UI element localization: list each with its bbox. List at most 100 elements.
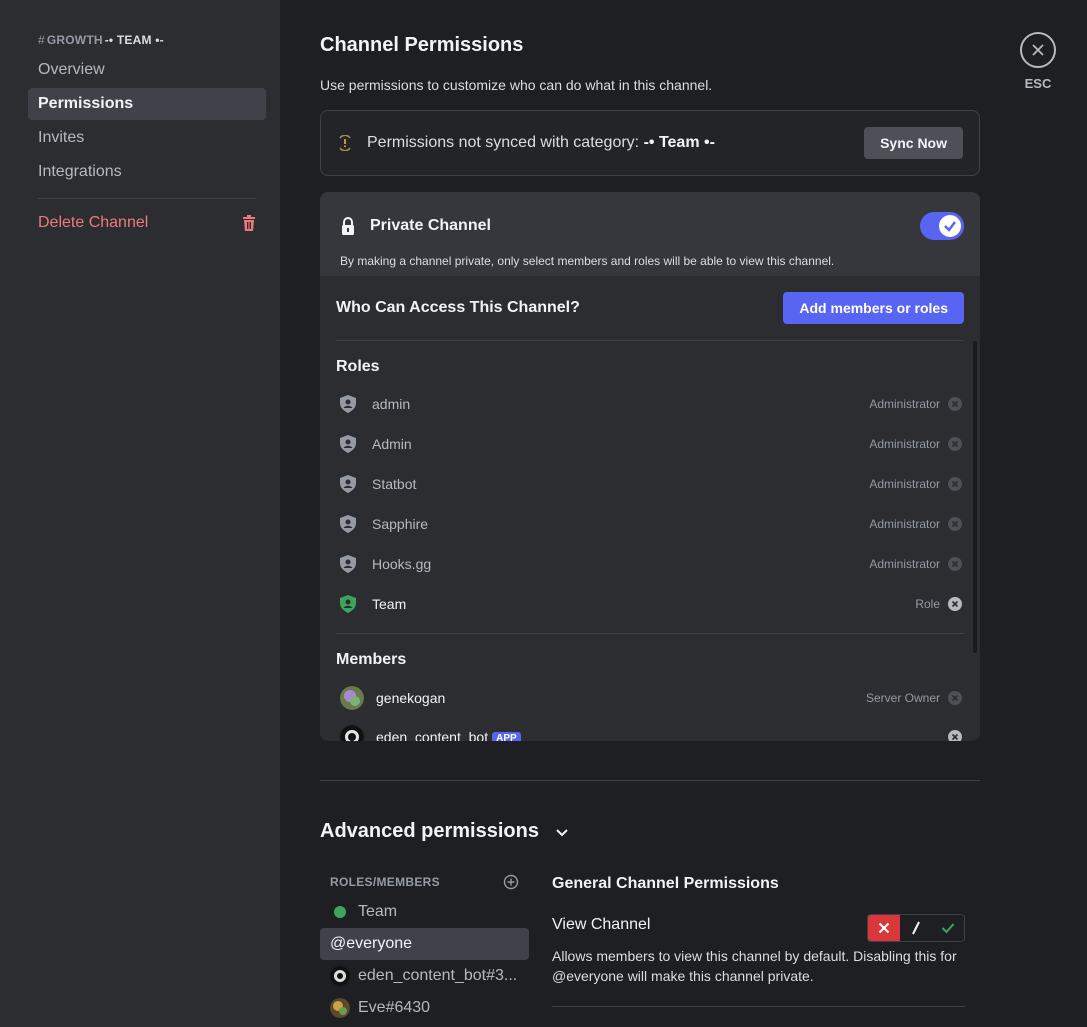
member-list-item-eve[interactable]: Eve#6430: [320, 992, 529, 1024]
role-list-label: @everyone: [330, 935, 413, 952]
remove-icon[interactable]: [948, 730, 962, 741]
role-row: admin Administrator: [336, 384, 962, 424]
role-row: Team Role: [336, 584, 962, 624]
private-channel-title: Private Channel: [370, 217, 491, 234]
remove-icon[interactable]: [948, 397, 962, 411]
allow-check-icon: [941, 923, 955, 934]
role-list-item-everyone[interactable]: @everyone: [320, 928, 529, 960]
member-name: genekogan: [376, 690, 446, 706]
page-title: Channel Permissions: [320, 34, 524, 56]
channel-hash-icon: #: [38, 33, 45, 47]
access-title: Who Can Access This Channel?: [336, 299, 580, 316]
role-type: Administrator: [869, 397, 940, 411]
check-icon: [944, 221, 956, 232]
close-button[interactable]: [1020, 32, 1056, 68]
deny-button[interactable]: [868, 915, 900, 941]
view-channel-description: Allows members to view this channel by d…: [552, 948, 957, 984]
sidebar-item-integrations[interactable]: Integrations: [28, 156, 266, 188]
role-name: Statbot: [372, 476, 417, 492]
roles-members-label: ROLES/MEMBERS: [330, 875, 440, 889]
role-name: admin: [372, 396, 411, 412]
role-name: Sapphire: [372, 516, 429, 532]
member-row: genekogan Server Owner: [336, 678, 962, 718]
member-list-label: eden_content_bot#3...: [358, 967, 518, 984]
advanced-permissions-toggle[interactable]: Advanced permissions: [320, 820, 569, 843]
close-settings[interactable]: ESC: [1020, 32, 1056, 91]
role-name: Admin: [372, 436, 412, 452]
sync-warning-icon: [339, 135, 351, 151]
sync-text: Permissions not synced with category: -•…: [367, 134, 864, 152]
sync-notice: Permissions not synced with category: -•…: [320, 110, 980, 176]
roles-label: Roles: [336, 358, 380, 375]
role-shield-icon: [340, 395, 356, 413]
remove-icon[interactable]: [948, 437, 962, 451]
role-color-dot: [334, 906, 346, 918]
chevron-down-icon: [556, 828, 568, 836]
delete-channel-label: Delete Channel: [38, 214, 149, 231]
role-list-item-team[interactable]: Team: [320, 896, 529, 928]
avatar: [330, 966, 350, 986]
private-channel-toggle[interactable]: [920, 212, 964, 240]
sidebar-item-overview[interactable]: Overview: [28, 54, 266, 86]
role-type: Administrator: [869, 517, 940, 531]
sidebar-item-permissions[interactable]: Permissions: [28, 88, 266, 120]
role-shield-icon: [340, 555, 356, 573]
role-name: Hooks.gg: [372, 556, 432, 572]
role-row: Sapphire Administrator: [336, 504, 962, 544]
esc-label: ESC: [1024, 76, 1052, 91]
role-shield-icon: [340, 475, 356, 493]
role-type: Administrator: [869, 437, 940, 451]
view-channel-permission-toggle: [867, 914, 965, 942]
remove-icon[interactable]: [948, 517, 962, 531]
neutral-button[interactable]: [900, 915, 932, 941]
scrollbar[interactable]: [973, 341, 977, 653]
advanced-permissions-title: Advanced permissions: [320, 820, 539, 842]
sidebar-item-label: Permissions: [38, 95, 134, 112]
category-name: -• TEAM •-: [104, 33, 164, 47]
member-type: Server Owner: [865, 691, 940, 705]
private-channel-panel: Private Channel By making a channel priv…: [320, 192, 980, 276]
close-icon: [1032, 44, 1044, 56]
delete-channel-button[interactable]: Delete Channel: [28, 207, 266, 239]
remove-icon[interactable]: [948, 557, 962, 571]
private-channel-description: By making a channel private, only select…: [340, 254, 835, 268]
members-label: Members: [336, 651, 407, 668]
role-row: Statbot Administrator: [336, 464, 962, 504]
avatar: [340, 686, 364, 710]
add-members-button[interactable]: Add members or roles: [783, 292, 964, 324]
add-role-icon[interactable]: [503, 874, 519, 890]
sidebar-channel-header: # GROWTH -• TEAM •-: [38, 33, 164, 47]
neutral-slash-icon: [912, 921, 920, 935]
sync-now-button[interactable]: Sync Now: [864, 127, 963, 159]
sync-message: Permissions not synced with category:: [367, 134, 644, 151]
role-list-label: Team: [358, 903, 398, 920]
divider: [336, 633, 964, 634]
remove-icon[interactable]: [948, 477, 962, 491]
app-badge: APP: [492, 731, 521, 741]
channel-name: GROWTH: [46, 33, 103, 47]
access-panel: Who Can Access This Channel? Add members…: [320, 276, 980, 741]
divider: [552, 1006, 965, 1007]
sidebar-item-label: Overview: [38, 61, 105, 78]
role-name: Team: [372, 596, 407, 612]
avatar: [340, 725, 364, 741]
sidebar-divider: [38, 198, 256, 199]
lock-icon: [342, 217, 354, 235]
member-list-label: Eve#6430: [358, 999, 431, 1016]
section-separator: [320, 780, 980, 781]
view-channel-title: View Channel: [552, 916, 651, 933]
allow-button[interactable]: [932, 915, 964, 941]
role-type: Role: [915, 597, 940, 611]
member-list-item-eden[interactable]: eden_content_bot#3...: [320, 960, 529, 992]
sync-category: -• Team •-: [643, 134, 715, 151]
sidebar-item-invites[interactable]: Invites: [28, 122, 266, 154]
remove-icon[interactable]: [948, 691, 962, 705]
role-row: Admin Administrator: [336, 424, 962, 464]
general-permissions-title: General Channel Permissions: [552, 875, 779, 892]
page-description: Use permissions to customize who can do …: [320, 77, 713, 93]
settings-sidebar: # GROWTH -• TEAM •- Overview Permissions…: [0, 0, 280, 1027]
remove-icon[interactable]: [948, 597, 962, 611]
role-shield-icon: [340, 515, 356, 533]
sidebar-item-label: Invites: [38, 129, 85, 146]
trash-icon: [243, 215, 255, 231]
